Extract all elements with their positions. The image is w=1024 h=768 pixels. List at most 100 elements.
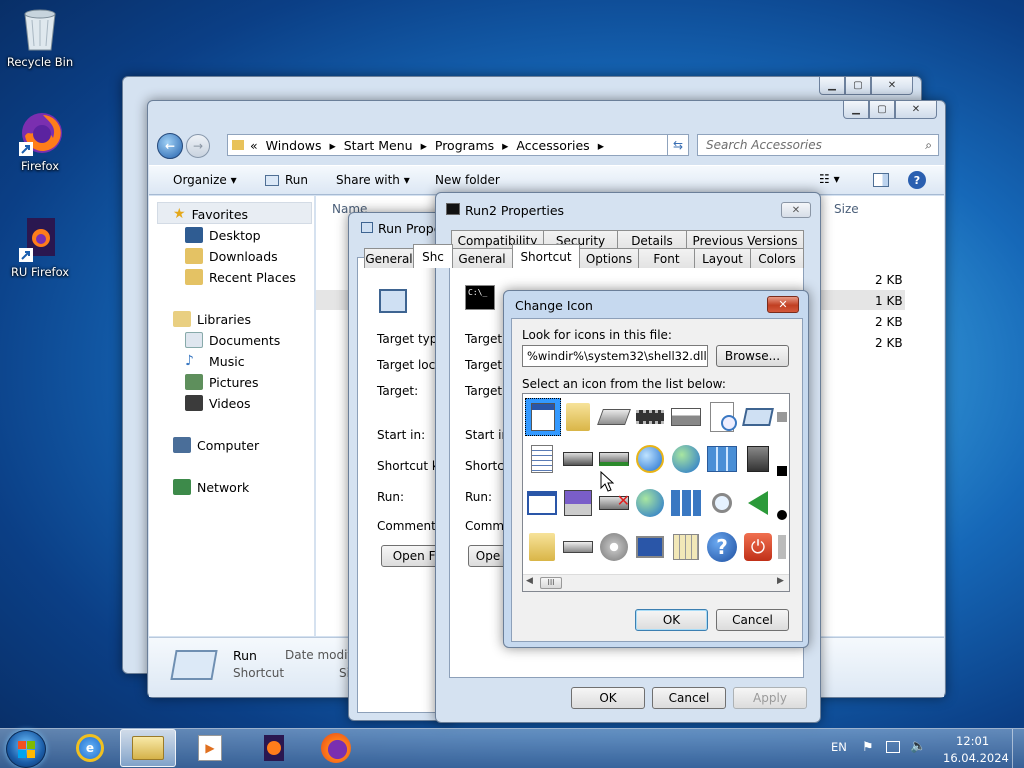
icon-option-partial[interactable] [775,498,789,532]
icon-option-removable-drive[interactable] [561,530,595,564]
tab-options[interactable]: Options [579,248,639,268]
icon-option-network-globe[interactable] [669,442,703,476]
tab-layout[interactable]: Layout [694,248,751,268]
forward-button[interactable]: → [186,134,210,158]
desktop-icon-firefox[interactable]: Firefox [0,110,80,173]
tab-general[interactable]: General [364,248,414,268]
new-folder-button[interactable]: New folder [435,173,500,187]
close-button[interactable]: ✕ [781,202,811,218]
taskbar-explorer[interactable] [120,729,176,767]
icon-file-path-input[interactable]: %windir%\system32\shell32.dll [522,345,708,367]
power-icon[interactable]: ⏻ [741,530,775,564]
minimize-button[interactable]: ▁ [819,77,845,95]
address-crumb[interactable]: « [250,138,258,153]
icon-option-cd-drive[interactable] [597,530,631,564]
maximize-button[interactable]: ▢ [869,101,895,119]
open-file-location-button[interactable]: Ope [468,545,508,567]
nav-item-downloads[interactable]: Downloads [185,248,278,264]
ok-button[interactable]: OK [635,609,708,631]
nav-favorites[interactable]: ★ Favorites [173,206,248,222]
icon-option-network-computers[interactable] [669,486,703,520]
nav-item-recent-places[interactable]: Recent Places [185,269,296,285]
scroll-right-icon[interactable]: ▶ [777,576,784,586]
tab-general[interactable]: General [451,248,513,268]
address-bar[interactable]: « Windows ▸ Start Menu ▸ Programs ▸ Acce… [227,134,681,156]
volume-muted-icon[interactable]: 🔈 [910,739,926,754]
action-center-flag-icon[interactable]: ⚑ [862,740,874,755]
nav-item-documents[interactable]: Documents [185,332,280,348]
tab-shortcut[interactable]: Shc [413,244,453,268]
help-icon[interactable]: ? [908,171,926,189]
search-icon[interactable]: ⌕ [925,138,932,153]
ok-button[interactable]: OK [571,687,645,709]
nav-computer[interactable]: Computer [173,437,259,453]
icon-option-floppy-drive[interactable] [597,400,631,434]
minimize-button[interactable]: ▁ [843,101,869,119]
chevron-right-icon[interactable]: ▸ [502,138,508,153]
refresh-button[interactable]: ⇆ [667,134,689,156]
icon-option-application[interactable] [525,398,561,436]
cancel-button[interactable]: Cancel [652,687,726,709]
icon-option-folder-open[interactable] [525,530,559,564]
taskbar-ru-firefox[interactable] [246,729,302,767]
icon-option-printer[interactable] [669,400,703,434]
cancel-button[interactable]: Cancel [716,609,789,631]
tab-details[interactable]: Details [617,230,687,250]
address-crumb[interactable]: Accessories [516,138,589,153]
icon-option-window[interactable] [525,486,559,520]
preview-pane-icon[interactable] [873,173,889,187]
search-input[interactable]: Search Accessories ⌕ [697,134,939,156]
column-header-size[interactable]: Size [834,202,859,216]
taskbar-firefox[interactable] [308,729,364,767]
scroll-left-icon[interactable]: ◀ [526,576,533,586]
scroll-thumb[interactable]: III [540,577,562,589]
chevron-right-icon[interactable]: ▸ [329,138,335,153]
icon-option-search[interactable] [705,486,739,520]
run-button[interactable]: Run [265,173,308,187]
close-button[interactable]: ✕ [767,296,799,313]
icon-option-folder[interactable] [561,400,595,434]
taskbar-media-player[interactable]: ▶ [182,729,238,767]
apply-button[interactable]: Apply [733,687,807,709]
desktop-icon-recycle-bin[interactable]: Recycle Bin [0,6,80,69]
icon-option-calculator[interactable] [669,530,703,564]
views-button[interactable]: ☷ ▾ [819,172,840,186]
nav-item-music[interactable]: ♪ Music [185,353,245,369]
desktop-icon-ru-firefox[interactable]: RU Firefox [0,216,80,279]
nav-libraries[interactable]: Libraries [173,311,251,327]
address-crumb[interactable]: Programs [435,138,494,153]
clock-time[interactable]: 12:01 [956,734,989,748]
icon-option-run[interactable] [741,400,775,434]
horizontal-scrollbar[interactable]: ◀ III ▶ [523,574,789,591]
icon-option-partial[interactable] [775,454,789,488]
start-button[interactable] [6,730,46,768]
organize-button[interactable]: Organize ▾ [173,173,237,187]
icon-option-drive[interactable] [561,442,595,476]
icon-option-computer[interactable] [633,530,667,564]
icon-option-internet[interactable] [633,442,667,476]
chevron-right-icon[interactable]: ▸ [421,138,427,153]
clock-date[interactable]: 16.04.2024 [943,751,1009,765]
icon-option-hibernate[interactable] [561,486,595,520]
back-button[interactable]: ← [157,133,183,159]
tab-colors[interactable]: Colors [750,248,804,268]
taskbar-internet-explorer[interactable]: e [62,729,118,767]
share-with-button[interactable]: Share with ▾ [336,173,410,187]
language-indicator[interactable]: EN [831,740,847,754]
address-crumb[interactable]: Start Menu [344,138,413,153]
browse-button[interactable]: Browse... [716,345,789,367]
chevron-right-icon[interactable]: ▸ [598,138,604,153]
nav-network[interactable]: Network [173,479,249,495]
help-icon[interactable]: ? [705,530,739,564]
show-desktop-button[interactable] [1012,729,1024,768]
close-button[interactable]: ✕ [895,101,937,119]
change-icon-dialog[interactable]: Change Icon ✕ Look for icons in this fil… [503,290,809,648]
icon-option-arrow-back[interactable] [741,486,775,520]
icon-option-chip[interactable] [633,400,667,434]
icon-option-document[interactable] [525,442,559,476]
icon-option-control-panel[interactable] [705,442,739,476]
icon-option-partial[interactable] [775,400,789,434]
address-crumb[interactable]: Windows [266,138,322,153]
icon-option-partial[interactable] [775,530,789,564]
network-icon[interactable] [886,741,900,753]
